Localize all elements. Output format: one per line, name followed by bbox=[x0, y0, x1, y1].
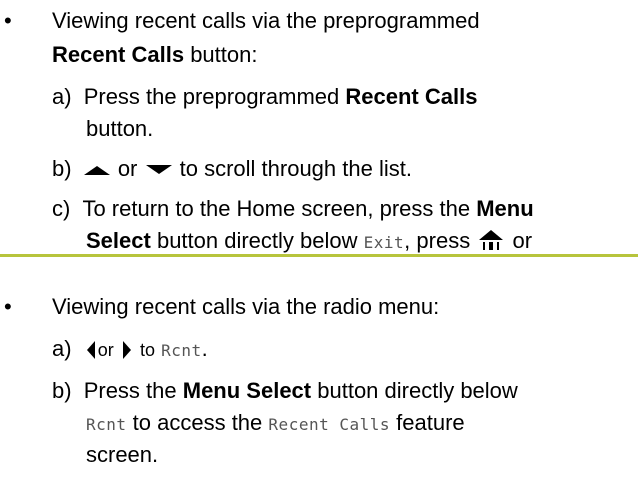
down-arrow-icon bbox=[145, 165, 172, 175]
home-icon bbox=[479, 230, 504, 251]
step-2a: a) or to Rcnt. bbox=[52, 336, 208, 361]
right-arrow-icon bbox=[122, 341, 131, 360]
step-1a-line2: button. bbox=[86, 116, 154, 141]
step-1c-line1: c) To return to the Home screen, press t… bbox=[52, 196, 534, 221]
up-arrow-icon bbox=[83, 166, 110, 176]
bullet-2: • bbox=[4, 294, 12, 319]
bullet-1: • bbox=[4, 8, 12, 33]
step-2b-line2: Rcnt to access the Recent Calls feature bbox=[86, 410, 465, 435]
step-2b-line3: screen. bbox=[86, 442, 159, 467]
section1-intro-line1: Viewing recent calls via the preprogramm… bbox=[52, 8, 480, 33]
step-1b: b) or to scroll through the list. bbox=[52, 156, 412, 181]
section2-intro: Viewing recent calls via the radio menu: bbox=[52, 294, 440, 319]
section-divider bbox=[0, 254, 638, 257]
step-1a-line1: a) Press the preprogrammed Recent Calls bbox=[52, 84, 478, 109]
left-arrow-icon bbox=[86, 341, 95, 360]
step-2b-line1: b) Press the Menu Select button directly… bbox=[52, 378, 518, 403]
section1-intro-line2: Recent Calls button: bbox=[52, 42, 258, 67]
